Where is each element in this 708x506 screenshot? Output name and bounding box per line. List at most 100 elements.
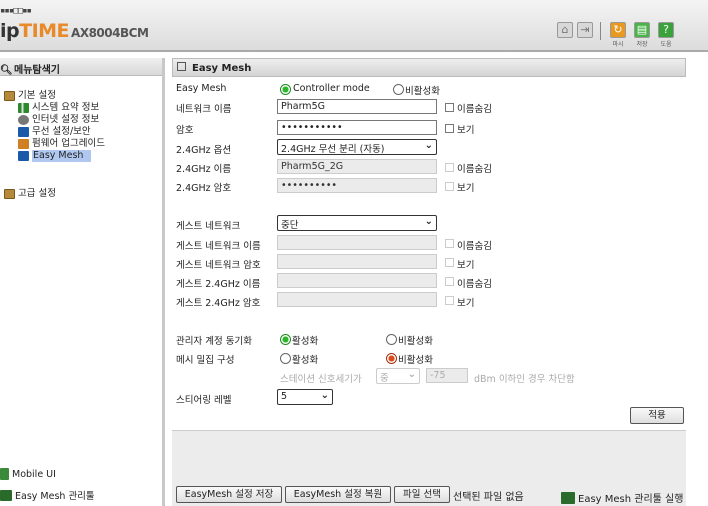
- tree-advanced-settings[interactable]: 고급 설정: [4, 188, 105, 200]
- tree-basic-settings[interactable]: 기본 설정: [4, 90, 105, 102]
- name-24ghz-label: 2.4GHz 이름: [176, 164, 232, 175]
- mesh-tool-icon: [561, 491, 575, 504]
- chevron-down-icon: ⌄: [320, 390, 329, 401]
- menu-tree: 기본 설정 시스템 요약 정보 인터넷 설정 정보 무선 설정/보안 펌웨어 업…: [4, 90, 105, 200]
- controller-mode-label: Controller mode: [293, 83, 370, 94]
- admin-sync-disable-radio[interactable]: [386, 334, 397, 345]
- chevron-down-icon: ⌄: [424, 216, 433, 227]
- home-icon[interactable]: ⌂: [557, 22, 573, 38]
- guest-hide-name-label: 이름숨김: [457, 241, 492, 252]
- guest-show-password-24ghz-checkbox[interactable]: [445, 296, 454, 305]
- save-label: 저장: [636, 41, 648, 48]
- admin-sync-label: 관리자 계정 동기화: [176, 336, 252, 347]
- disable-mesh-radio[interactable]: [393, 84, 404, 95]
- show-password-24ghz-checkbox[interactable]: [445, 182, 454, 191]
- signal-dbm-input[interactable]: -75: [426, 368, 468, 383]
- chart-icon: [18, 103, 29, 113]
- mobile-ui-link[interactable]: Mobile UI: [0, 468, 56, 480]
- guest-password-24ghz-label: 게스트 2.4GHz 암호: [176, 298, 261, 309]
- easymesh-manager-link[interactable]: Easy Mesh 관리툴: [0, 488, 95, 502]
- steering-level-label: 스티어링 레벨: [176, 395, 232, 406]
- option-24ghz-label: 2.4GHz 옵션: [176, 145, 232, 156]
- password-24ghz-label: 2.4GHz 암호: [176, 183, 232, 194]
- mesh-tool-icon: [0, 489, 12, 501]
- folder-icon: [4, 91, 15, 101]
- menu-navigator-header: 🔍︎메뉴탐색기: [0, 58, 162, 76]
- guest-name-24ghz-label: 게스트 2.4GHz 이름: [176, 279, 261, 290]
- mesh-icon: [18, 151, 29, 161]
- name-24ghz-input[interactable]: Pharm5G_2G: [277, 159, 437, 174]
- guest-name-label: 게스트 네트워크 이름: [176, 241, 261, 252]
- mobile-icon: [0, 468, 9, 480]
- show-password-24ghz-label: 보기: [457, 183, 475, 194]
- easymesh-label: Easy Mesh: [176, 83, 227, 94]
- show-password-label: 보기: [457, 125, 475, 136]
- wireless-icon: [18, 127, 29, 137]
- guest-name-24ghz-input[interactable]: [277, 273, 437, 288]
- tree-item-firmware[interactable]: 펌웨어 업그레이드: [18, 138, 105, 150]
- easymesh-restore-button[interactable]: EasyMesh 설정 복원: [285, 486, 391, 503]
- guest-password-24ghz-input[interactable]: [277, 292, 437, 307]
- restart-icon[interactable]: ↻: [610, 22, 626, 38]
- mesh-dense-disable-radio[interactable]: [386, 353, 397, 364]
- mesh-dense-disable-label: 비활성화: [398, 355, 433, 366]
- logo-dots: ▪▪▪□□▪▪: [0, 6, 32, 16]
- guest-network-label: 게스트 네트워크: [176, 221, 241, 232]
- iptime-logo: ipTIME AX8004BCM: [0, 20, 149, 42]
- mesh-dense-label: 메시 밀집 구성: [176, 355, 235, 366]
- run-easymesh-manager-link[interactable]: Easy Mesh 관리툴 실행: [561, 490, 683, 505]
- guest-name-input[interactable]: [277, 235, 437, 250]
- mesh-dense-enable-label: 활성화: [292, 355, 319, 366]
- no-file-label: 선택된 파일 없음: [453, 492, 524, 503]
- logout-icon[interactable]: ⇥: [577, 22, 593, 38]
- controller-mode-radio[interactable]: [280, 84, 291, 95]
- show-password-checkbox[interactable]: [445, 124, 454, 133]
- guest-hide-name-checkbox[interactable]: [445, 239, 454, 248]
- bottom-bar: EasyMesh 설정 저장 EasyMesh 설정 복원 파일 선택 선택된 …: [172, 430, 686, 506]
- network-name-label: 네트워크 이름: [176, 104, 232, 115]
- top-header: ▪▪▪□□▪▪ ipTIME AX8004BCM ⌂ ⇥ ↻ 마시 ▤ 저장 ? …: [0, 0, 708, 52]
- guest-show-password-label: 보기: [457, 260, 475, 271]
- password-24ghz-input[interactable]: ••••••••••: [277, 178, 437, 193]
- station-signal-label: 스테이션 신호세기가: [280, 374, 362, 385]
- hide-name-checkbox[interactable]: [445, 103, 454, 112]
- tree-item-wireless[interactable]: 무선 설정/보안: [18, 126, 105, 138]
- help-label: 도움: [660, 41, 672, 48]
- tree-item-easymesh[interactable]: Easy Mesh: [18, 150, 105, 162]
- guest-hide-name-24ghz-checkbox[interactable]: [445, 277, 454, 286]
- mesh-dense-enable-radio[interactable]: [280, 353, 291, 364]
- signal-level-select[interactable]: 중 ⌄: [376, 368, 420, 384]
- model-name: AX8004BCM: [71, 26, 149, 40]
- hide-name-24ghz-checkbox[interactable]: [445, 163, 454, 172]
- toolbar-divider: [600, 22, 601, 40]
- guest-show-password-24ghz-label: 보기: [457, 298, 475, 309]
- network-icon: [18, 115, 29, 125]
- menu-navigator: 🔍︎메뉴탐색기 기본 설정 시스템 요약 정보 인터넷 설정 정보 무선 설정/…: [0, 58, 165, 506]
- folder-icon: [4, 189, 15, 199]
- apply-button[interactable]: 적용: [630, 407, 684, 424]
- disable-mesh-label: 비활성화: [405, 86, 440, 97]
- tree-item-internet[interactable]: 인터넷 설정 정보: [18, 114, 105, 126]
- steering-level-select[interactable]: 5 ⌄: [277, 389, 333, 405]
- signal-suffix-label: dBm 이하인 경우 차단함: [474, 374, 575, 385]
- chevron-down-icon: ⌄: [424, 140, 433, 151]
- hide-name-label: 이름숨김: [457, 104, 492, 115]
- guest-show-password-checkbox[interactable]: [445, 258, 454, 267]
- chevron-down-icon: ⌄: [407, 369, 416, 380]
- restart-label: 마시: [612, 41, 624, 48]
- hide-name-24ghz-label: 이름숨김: [457, 164, 492, 175]
- option-24ghz-select[interactable]: 2.4GHz 무선 분리 (자동) ⌄: [277, 139, 437, 155]
- save-icon[interactable]: ▤: [634, 22, 650, 38]
- help-icon[interactable]: ?: [658, 22, 674, 38]
- guest-password-input[interactable]: [277, 254, 437, 269]
- password-input[interactable]: •••••••••••: [277, 120, 437, 135]
- tree-item-system-summary[interactable]: 시스템 요약 정보: [18, 102, 105, 114]
- guest-password-label: 게스트 네트워크 암호: [176, 260, 261, 271]
- admin-sync-enable-radio[interactable]: [280, 334, 291, 345]
- network-name-input[interactable]: Pharm5G: [277, 99, 437, 114]
- file-select-button[interactable]: 파일 선택: [394, 486, 450, 503]
- search-icon: 🔍︎: [0, 65, 13, 76]
- admin-sync-disable-label: 비활성화: [398, 336, 433, 347]
- easymesh-save-button[interactable]: EasyMesh 설정 저장: [176, 486, 282, 503]
- guest-network-select[interactable]: 중단 ⌄: [277, 215, 437, 231]
